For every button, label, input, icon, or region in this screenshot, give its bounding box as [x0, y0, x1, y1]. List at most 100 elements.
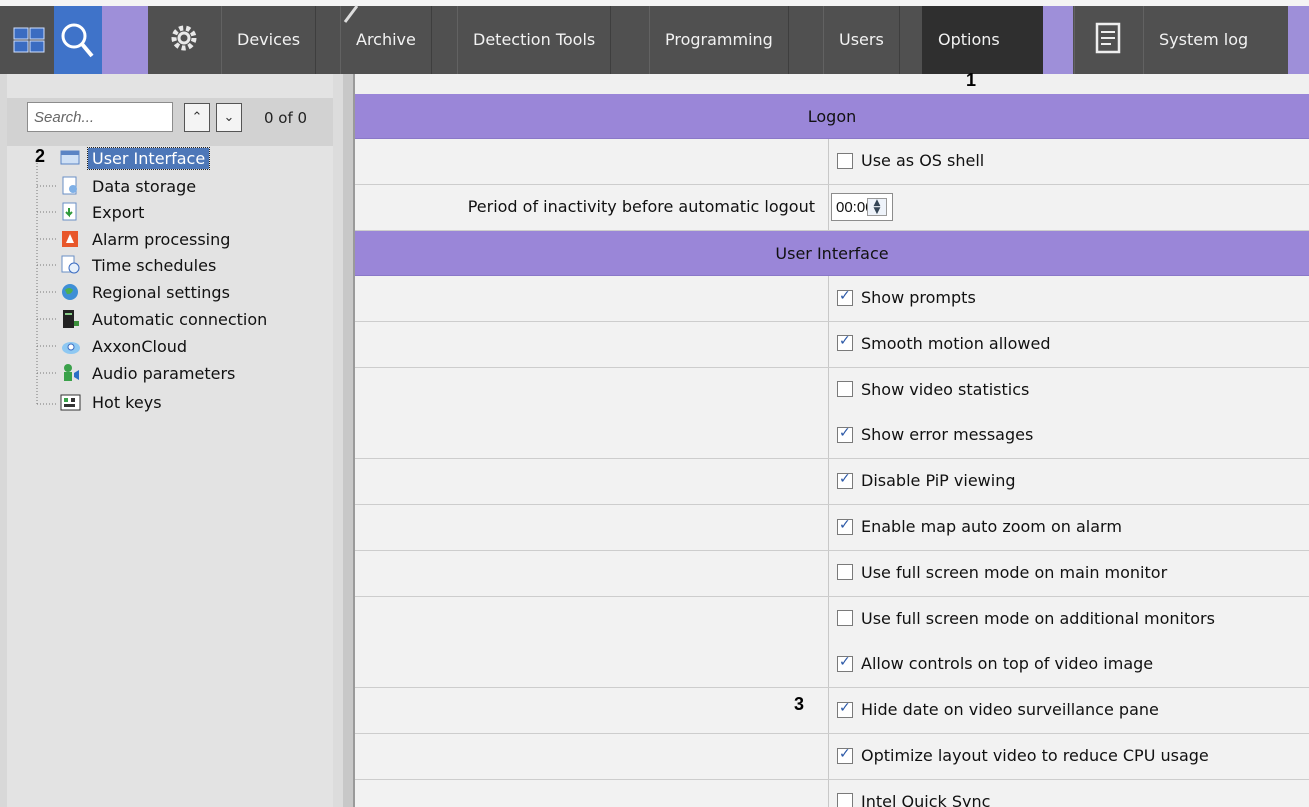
ui-option[interactable]: Optimize layout video to reduce CPU usag… — [837, 746, 1209, 765]
column-divider — [828, 734, 829, 779]
tree-item-export[interactable]: Export — [60, 199, 148, 225]
tree-connector-lines — [36, 160, 58, 405]
export-icon — [62, 202, 77, 221]
option-label: Use as OS shell — [861, 151, 985, 170]
tree-item-alarm-processing[interactable]: Alarm processing — [60, 226, 234, 252]
ui-option-checkbox[interactable] — [837, 610, 853, 627]
time-spinner-icon[interactable]: ▲ ▼ — [867, 198, 887, 216]
ui-option[interactable]: Hide date on video surveillance pane — [837, 700, 1159, 719]
panel-splitter[interactable] — [333, 74, 355, 807]
ui-option-checkbox[interactable] — [837, 425, 853, 443]
ui-option[interactable]: Use full screen mode on additional monit… — [837, 609, 1215, 628]
data-storage-icon — [62, 176, 77, 195]
settings-row: Show video statistics — [355, 367, 1309, 414]
settings-row: Use full screen mode on additional monit… — [355, 596, 1309, 643]
tab-programming[interactable]: Programming — [649, 6, 789, 74]
settings-row: Disable PiP viewing — [355, 459, 1309, 506]
cloud-icon — [62, 342, 80, 354]
ui-option-checkbox[interactable] — [837, 381, 853, 398]
tree-search-input[interactable] — [27, 102, 173, 132]
ui-option[interactable]: Intel Quick Sync — [837, 792, 990, 807]
tree-item-label: Data storage — [92, 176, 197, 196]
ui-option-checkbox[interactable] — [837, 700, 853, 718]
ui-option-checkbox[interactable] — [837, 564, 853, 581]
option-label: Smooth motion allowed — [861, 333, 1051, 353]
system-log-button[interactable] — [1074, 6, 1142, 74]
column-divider — [828, 505, 829, 550]
column-divider — [828, 413, 829, 459]
use-as-os-shell-checkbox[interactable] — [837, 152, 853, 169]
option-label: Use full screen mode on main monitor — [861, 562, 1168, 582]
settings-row: Use as OS shell — [355, 139, 1309, 185]
option-label: Use full screen mode on additional monit… — [861, 608, 1215, 628]
ui-option-checkbox[interactable] — [837, 288, 853, 306]
ui-option[interactable]: Disable PiP viewing — [837, 471, 1016, 490]
ui-option-checkbox[interactable] — [837, 333, 853, 352]
alarm-processing-icon — [62, 231, 78, 247]
ui-option[interactable]: Show video statistics — [837, 380, 1029, 399]
inactivity-period-label: Period of inactivity before automatic lo… — [467, 197, 815, 216]
ui-option[interactable]: Enable map auto zoom on alarm — [837, 517, 1122, 536]
tab-users[interactable]: Users — [823, 6, 900, 74]
tab-options[interactable]: Options — [922, 6, 1043, 74]
column-divider — [828, 550, 829, 596]
tree-item-data-storage[interactable]: Data storage — [60, 173, 200, 199]
toolbar-purple-strip-1 — [102, 6, 148, 74]
search-next-button[interactable]: ⌄ — [216, 103, 242, 132]
settings-button[interactable] — [160, 16, 208, 64]
column-divider — [828, 688, 829, 734]
tree-item-user-interface[interactable]: User Interface — [60, 145, 211, 171]
settings-row: Show prompts — [355, 276, 1309, 322]
tab-system-log[interactable]: System log — [1143, 6, 1263, 74]
settings-row: Optimize layout video to reduce CPU usag… — [355, 734, 1309, 780]
settings-gear-icon — [171, 25, 197, 51]
audio-parameters-icon — [64, 364, 79, 381]
tree-item-regional-settings[interactable]: Regional settings — [60, 279, 234, 305]
tree-item-label: Hot keys — [92, 392, 162, 412]
automatic-connection-icon — [63, 310, 79, 328]
tree-item-label: Alarm processing — [92, 229, 231, 249]
use-as-os-shell-option[interactable]: Use as OS shell — [837, 151, 984, 170]
column-divider — [828, 642, 829, 688]
tree-item-time-schedules[interactable]: Time schedules — [60, 252, 220, 278]
ui-option-checkbox[interactable] — [837, 517, 853, 535]
ui-option-checkbox[interactable] — [837, 793, 853, 807]
tree-item-label: Export — [92, 202, 145, 222]
tree-item-axxoncloud[interactable]: AxxonCloud — [60, 333, 191, 359]
column-divider — [828, 276, 829, 321]
ui-option[interactable]: Show prompts — [837, 288, 976, 307]
tree-item-automatic-connection[interactable]: Automatic connection — [60, 306, 271, 332]
column-divider — [828, 321, 829, 367]
settings-row: Use full screen mode on main monitor — [355, 550, 1309, 597]
tab-detection-tools[interactable]: Detection Tools — [457, 6, 612, 74]
ui-option-checkbox[interactable] — [837, 654, 853, 672]
ui-option-checkbox[interactable] — [837, 471, 853, 489]
layouts-grid-icon — [13, 27, 45, 53]
step-marker-3: 3 — [794, 694, 805, 714]
ui-option-checkbox[interactable] — [837, 746, 853, 764]
toolbar-purple-strip-3 — [1288, 6, 1309, 74]
time-schedules-icon — [61, 255, 80, 274]
layouts-grid-button[interactable] — [8, 14, 52, 66]
option-label: Allow controls on top of video image — [861, 654, 1154, 674]
keyboard-icon — [60, 394, 81, 411]
ui-option[interactable]: Smooth motion allowed — [837, 333, 1051, 353]
option-label: Show error messages — [861, 425, 1034, 445]
tree-item-label: AxxonCloud — [92, 336, 188, 356]
ui-option[interactable]: Use full screen mode on main monitor — [837, 563, 1167, 582]
section-header-logon: Logon — [355, 94, 1309, 139]
search-button[interactable] — [54, 6, 102, 74]
inactivity-period-field[interactable]: 00:00 ▲ ▼ — [831, 193, 893, 221]
step-marker-1: 1 — [966, 70, 977, 90]
toolbar-purple-strip-2 — [1043, 6, 1073, 74]
tree-item-hot-keys[interactable]: Hot keys — [60, 389, 166, 415]
tree-item-label: Automatic connection — [92, 309, 268, 329]
tree-item-audio-parameters[interactable]: Audio parameters — [60, 360, 239, 386]
option-label: Intel Quick Sync — [861, 791, 991, 807]
settings-row: Allow controls on top of video image — [355, 642, 1309, 689]
search-prev-button[interactable]: ⌃ — [184, 103, 210, 132]
tab-devices[interactable]: Devices — [221, 6, 317, 74]
pencil-icon — [343, 5, 359, 23]
ui-option[interactable]: Allow controls on top of video image — [837, 654, 1153, 673]
ui-option[interactable]: Show error messages — [837, 425, 1033, 444]
